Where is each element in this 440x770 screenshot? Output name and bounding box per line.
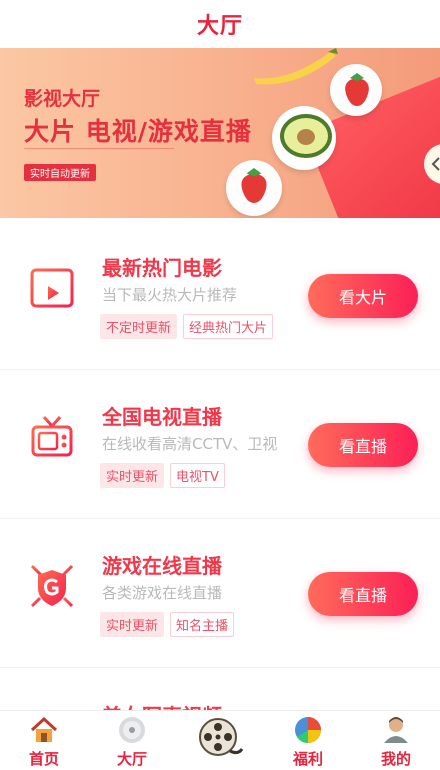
tab-label: 福利 (292, 750, 323, 768)
watch-game-button[interactable]: 看直播 (308, 572, 418, 616)
pie-chart-icon (295, 717, 321, 744)
app-header: 大厅 (0, 0, 440, 48)
tv-icon (31, 416, 73, 457)
game-shield-icon (30, 564, 74, 608)
film-clapper-icon (30, 268, 74, 308)
card-tags: 实时更新 知名主播 (100, 612, 235, 637)
tab-label: 大厅 (116, 750, 147, 768)
avocado-icon (280, 114, 332, 158)
bottom-tab-bar: 首页 大厅 福利 我的 (0, 710, 440, 770)
tab-center-reel[interactable] (176, 711, 264, 770)
tag: 实时更新 (100, 612, 165, 637)
card-tags: 实时更新 电视TV (100, 463, 225, 488)
page-title: 大厅 (196, 14, 243, 39)
tab-label: 首页 (28, 750, 59, 768)
watch-movie-button[interactable]: 看大片 (308, 274, 418, 318)
card-title: 游戏在线直播 (102, 554, 222, 578)
tab-hall[interactable]: 大厅 (88, 711, 176, 770)
card-tags: 不定时更新 经典热门大片 (100, 314, 274, 339)
card-description: 各类游戏在线直播 (102, 584, 223, 602)
user-avatar-icon (384, 717, 408, 743)
banner-divider (24, 148, 174, 149)
tag: 不定时更新 (100, 314, 178, 339)
banner-badge: 实时自动更新 (24, 164, 96, 181)
movie-card[interactable]: 最新热门电影 当下最火热大片推荐 不定时更新 经典热门大片 看大片 (0, 222, 440, 370)
disc-icon (119, 717, 145, 743)
card-title: 全国电视直播 (102, 405, 222, 429)
home-icon (30, 716, 58, 742)
banner-headline: 大片 电视/游戏直播 (24, 117, 252, 146)
game-card[interactable]: 游戏在线直播 各类游戏在线直播 实时更新 知名主播 看直播 (0, 520, 440, 668)
tab-home[interactable]: 首页 (0, 711, 88, 770)
tab-mine[interactable]: 我的 (352, 711, 440, 770)
card-description: 当下最火热大片推荐 (102, 286, 238, 304)
tag: 知名主播 (170, 612, 235, 637)
strawberry-icon (345, 73, 369, 106)
tab-label: 我的 (380, 750, 411, 768)
promo-banner[interactable]: 影视大厅 大片 电视/游戏直播 实时自动更新 (0, 48, 440, 218)
film-reel-icon (199, 718, 244, 756)
strawberry-icon (241, 168, 267, 203)
tab-welfare[interactable]: 福利 (264, 711, 352, 770)
card-title: 最新热门电影 (102, 256, 222, 280)
tag: 经典热门大片 (183, 314, 274, 339)
banana-icon (254, 48, 338, 85)
tv-card[interactable]: 全国电视直播 在线收看高清CCTV、卫视 实时更新 电视TV 看直播 (0, 371, 440, 519)
card-description: 在线收看高清CCTV、卫视 (102, 435, 278, 453)
banner-subtitle: 影视大厅 (24, 88, 101, 110)
tag: 电视TV (170, 463, 225, 488)
chevron-left-icon (431, 157, 440, 171)
tag: 实时更新 (100, 463, 165, 488)
watch-tv-button[interactable]: 看直播 (308, 423, 418, 467)
